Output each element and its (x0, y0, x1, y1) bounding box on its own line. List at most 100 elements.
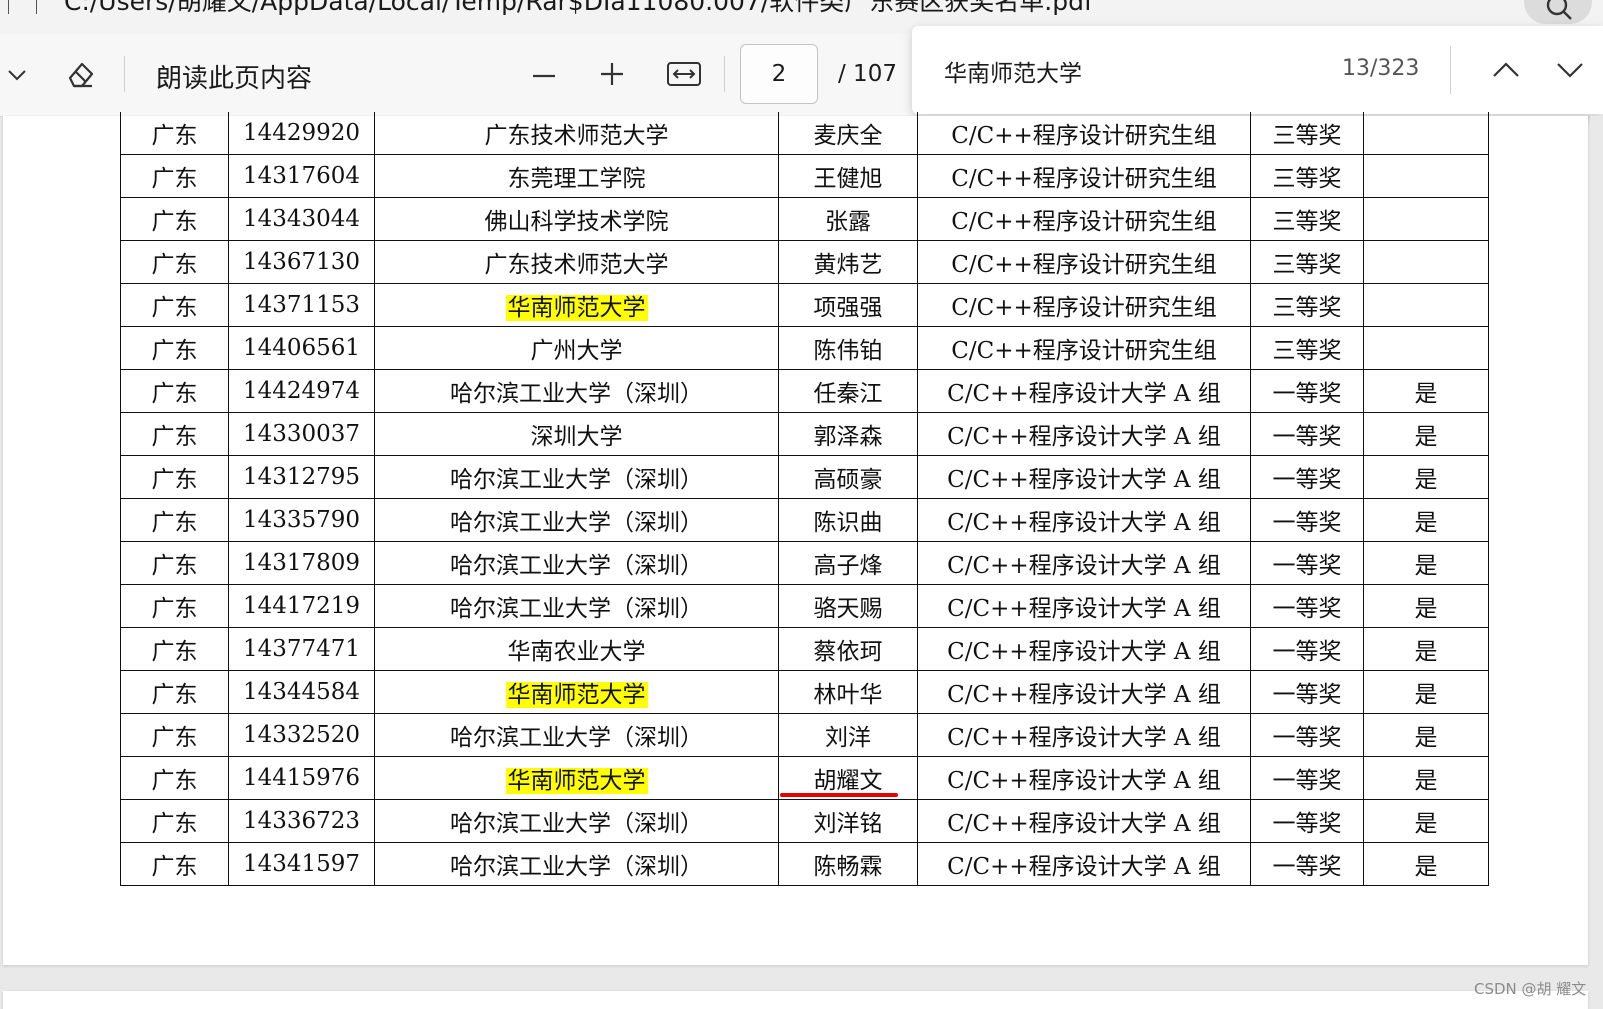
student-name-cell: 黄炜艺 (778, 240, 918, 284)
registration-id-cell: 14377471 (228, 627, 375, 671)
registration-id-cell: 14371153 (228, 283, 375, 327)
table-row: 广东 14371153 华南师范大学 项强强 C/C++程序设计研究生组 三等奖 (120, 283, 1489, 327)
title-separator (36, 0, 37, 14)
school-cell: 哈尔滨工业大学（深圳） (374, 799, 779, 843)
school-cell: 广东技术师范大学 (374, 112, 779, 155)
student-name-cell: 林叶华 (778, 670, 918, 714)
search-highlight: 华南师范大学 (505, 682, 648, 708)
province-cell: 广东 (120, 112, 229, 155)
group-cell: C/C++程序设计研究生组 (917, 112, 1251, 155)
registration-id-cell: 14317809 (228, 541, 375, 585)
pdf-page-next (3, 991, 1588, 1009)
fit-width-icon[interactable] (664, 56, 704, 92)
scrollbar-track[interactable] (1590, 116, 1603, 1009)
school-cell: 华南师范大学 (374, 283, 779, 327)
file-path-title: C:/Users/胡耀文/AppData/Local/Temp/Rar$DIa1… (64, 0, 1093, 16)
table-row: 广东 14332520 哈尔滨工业大学（深圳） 刘洋 C/C++程序设计大学 A 组一等… (120, 713, 1489, 757)
eraser-icon[interactable] (58, 52, 102, 96)
school-cell: 华南师范大学 (374, 670, 779, 714)
flag-cell: 是 (1363, 455, 1489, 499)
province-cell: 广东 (120, 197, 229, 241)
school-cell: 哈尔滨工业大学（深圳） (374, 541, 779, 585)
province-cell: 广东 (120, 455, 229, 499)
student-name-cell: 陈伟铂 (778, 326, 918, 370)
table-row: 广东 14317809 哈尔滨工业大学（深圳） 高子烽 C/C++程序设计大学 A 组一… (120, 541, 1489, 585)
student-name-cell: 刘洋铭 (778, 799, 918, 843)
group-cell: C/C++程序设计大学 A 组 (917, 369, 1251, 413)
pdf-viewer-window: C:/Users/胡耀文/AppData/Local/Temp/Rar$DIa1… (0, 0, 1603, 1009)
flag-cell (1363, 112, 1489, 155)
school-cell: 哈尔滨工业大学（深圳） (374, 369, 779, 413)
table-row: 广东 14317604 东莞理工学院 王健旭 C/C++程序设计研究生组 三等奖 (120, 154, 1489, 198)
flag-cell (1363, 154, 1489, 198)
student-name-cell: 陈识曲 (778, 498, 918, 542)
student-name-cell: 张露 (778, 197, 918, 241)
find-match-count: 13/323 (1342, 56, 1420, 81)
table-row: 广东 14417219 哈尔滨工业大学（深圳） 骆天赐 C/C++程序设计大学 A 组一… (120, 584, 1489, 628)
registration-id-cell: 14429920 (228, 112, 375, 155)
registration-id-cell: 14343044 (228, 197, 375, 241)
student-name-cell: 蔡依珂 (778, 627, 918, 671)
award-cell: 一等奖 (1250, 369, 1364, 413)
flag-cell (1363, 197, 1489, 241)
table-row: 广东 14336723 哈尔滨工业大学（深圳） 刘洋铭 C/C++程序设计大学 A 组一… (120, 799, 1489, 843)
table-row: 广东 14341597 哈尔滨工业大学（深圳） 陈畅霖 C/C++程序设计大学 A 组一… (120, 842, 1489, 886)
table-row: 广东 14344584 华南师范大学 林叶华 C/C++程序设计大学 A 组一等奖是 (120, 670, 1489, 714)
student-name-cell: 麦庆全 (778, 112, 918, 155)
group-cell: C/C++程序设计研究生组 (917, 326, 1251, 370)
flag-cell: 是 (1363, 799, 1489, 843)
school-cell: 佛山科学技术学院 (374, 197, 779, 241)
province-cell: 广东 (120, 541, 229, 585)
province-cell: 广东 (120, 799, 229, 843)
province-cell: 广东 (120, 326, 229, 370)
chevron-down-icon[interactable] (1552, 56, 1588, 84)
table-row: 广东 14367130 广东技术师范大学 黄炜艺 C/C++程序设计研究生组 三等奖 (120, 240, 1489, 284)
group-cell: C/C++程序设计研究生组 (917, 283, 1251, 327)
zoom-out-icon[interactable] (524, 56, 564, 96)
chevron-down-icon[interactable] (4, 62, 30, 88)
student-name-cell: 刘洋 (778, 713, 918, 757)
flag-cell: 是 (1363, 713, 1489, 757)
search-icon (1546, 0, 1572, 20)
table-row: 广东 14343044 佛山科学技术学院 张露 C/C++程序设计研究生组 三等奖 (120, 197, 1489, 241)
group-cell: C/C++程序设计研究生组 (917, 240, 1251, 284)
student-name-cell: 郭泽森 (778, 412, 918, 456)
table-row: 广东 14429920 广东技术师范大学 麦庆全 C/C++程序设计研究生组 三等奖 (120, 112, 1489, 155)
school-cell: 深圳大学 (374, 412, 779, 456)
school-cell: 东莞理工学院 (374, 154, 779, 198)
find-input[interactable]: 华南师范大学 (944, 54, 1082, 88)
chevron-up-icon[interactable] (1488, 56, 1524, 84)
award-cell: 一等奖 (1250, 842, 1364, 886)
award-cell: 三等奖 (1250, 283, 1364, 327)
group-cell: C/C++程序设计大学 A 组 (917, 842, 1251, 886)
province-cell: 广东 (120, 154, 229, 198)
province-cell: 广东 (120, 240, 229, 284)
zoom-in-icon[interactable] (592, 54, 632, 94)
page-total-label: / 107 (838, 61, 897, 87)
province-cell: 广东 (120, 842, 229, 886)
registration-id-cell: 14344584 (228, 670, 375, 714)
award-cell: 一等奖 (1250, 498, 1364, 542)
registration-id-cell: 14332520 (228, 713, 375, 757)
find-divider (1450, 46, 1451, 94)
registration-id-cell: 14312795 (228, 455, 375, 499)
group-cell: C/C++程序设计研究生组 (917, 154, 1251, 198)
search-toggle-button[interactable] (1524, 0, 1592, 24)
province-cell: 广东 (120, 627, 229, 671)
red-underline-annotation (780, 793, 898, 797)
province-cell: 广东 (120, 283, 229, 327)
registration-id-cell: 14367130 (228, 240, 375, 284)
page-number-input[interactable]: 2 (740, 44, 818, 104)
award-cell: 三等奖 (1250, 112, 1364, 155)
search-highlight: 华南师范大学 (505, 768, 648, 794)
flag-cell: 是 (1363, 670, 1489, 714)
flag-cell: 是 (1363, 412, 1489, 456)
school-cell: 华南师范大学 (374, 756, 779, 800)
province-cell: 广东 (120, 498, 229, 542)
read-aloud-button[interactable]: 朗读此页内容 (156, 58, 312, 95)
student-name-cell: 王健旭 (778, 154, 918, 198)
registration-id-cell: 14341597 (228, 842, 375, 886)
toolbar-divider (724, 56, 725, 92)
province-cell: 广东 (120, 756, 229, 800)
group-cell: C/C++程序设计大学 A 组 (917, 498, 1251, 542)
